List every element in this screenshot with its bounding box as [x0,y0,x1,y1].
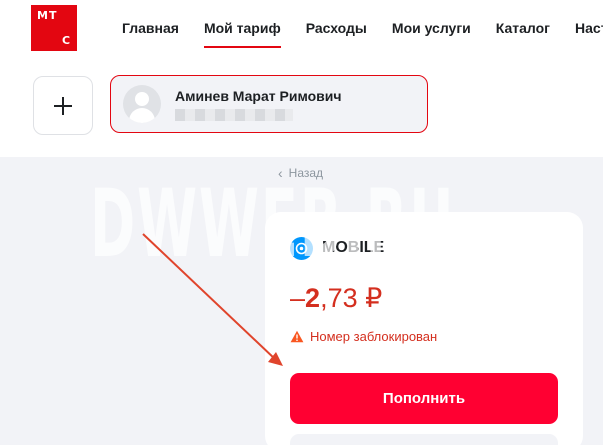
mts-logo[interactable]: М Т С [31,5,77,51]
logo-letter-t: Т [49,9,57,22]
warning-icon [290,330,304,343]
balance-decimal: ,73 [320,283,358,313]
nav-item-my-services[interactable]: Мои услуги [392,20,471,48]
nav-item-catalog[interactable]: Каталог [496,20,550,48]
balance-amount: –2,73 ₽ [290,283,382,314]
avatar [123,85,161,123]
logo-letter-m: М [37,9,48,22]
plus-icon-vertical [62,97,64,115]
chevron-left-icon: ‹ [278,165,283,181]
back-label: Назад [288,166,324,180]
nav-item-expenses[interactable]: Расходы [306,20,367,48]
nav-item-settings[interactable]: Настрой [575,20,603,48]
logo-letter-s: С [62,34,71,47]
nav-item-my-tariff[interactable]: Мой тариф [203,20,281,48]
tariff-name: MOBILE [322,239,385,256]
account-card[interactable]: Аминев Марат Римович [110,75,428,133]
back-link[interactable]: ‹ Назад [278,166,323,180]
balance-sign: – [290,283,306,313]
status-text: Номер заблокирован [310,329,438,344]
mobile-tariff-icon [290,237,313,260]
secondary-button[interactable] [290,434,558,445]
add-account-button[interactable] [33,76,93,135]
nav-item-home[interactable]: Главная [122,20,179,48]
balance-integer: 2 [305,283,321,313]
account-number-redacted [175,109,293,121]
main-nav: Главная Мой тариф Расходы Мои услуги Кат… [122,20,603,48]
status-message: Номер заблокирован [290,329,437,344]
topup-button[interactable]: Пополнить [290,373,558,424]
balance-currency: ₽ [365,283,383,313]
balance-card: MOBILE –2,73 ₽ Номер заблокирован Пополн… [265,212,583,445]
account-name: Аминев Марат Римович [175,88,342,104]
